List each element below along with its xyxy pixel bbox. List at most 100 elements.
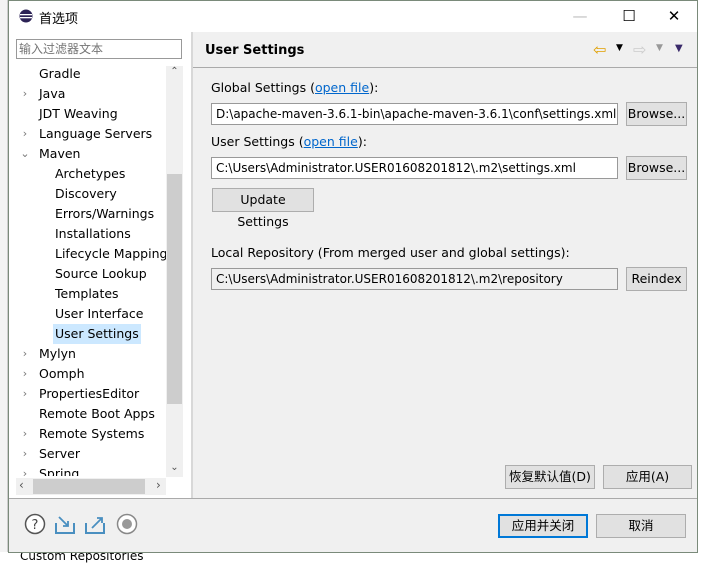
preferences-dialog: 首选项 — ☐ ✕ Gradle › Java JDT Weaving › Languag… [8,0,698,553]
tree-item[interactable]: ⌄ Maven [9,144,166,164]
global-settings-field[interactable]: D:\apache-maven-3.6.1-bin\apache-maven-3… [211,103,618,125]
tree-item-label: Remote Boot Apps [39,406,155,421]
chevron-right-icon[interactable]: › [19,84,31,104]
tree-item-label: Discovery [55,186,117,201]
record-icon[interactable] [116,513,138,535]
tree-item[interactable]: Archetypes [9,164,166,184]
reindex-button[interactable]: Reindex [626,267,687,291]
scroll-up-icon[interactable]: ⌃ [166,66,183,77]
tree-item-label: Mylyn [39,346,76,361]
svg-text:?: ? [32,518,39,533]
tree-item[interactable]: User Interface [9,304,166,324]
tree-item-label: Spring [39,466,80,476]
background-window-bottom: Custom Repositories [0,549,705,563]
import-icon[interactable] [54,513,76,535]
scrollbar-thumb[interactable] [33,479,145,494]
label-end: ): [369,80,379,95]
update-settings-button[interactable]: Update Settings [212,188,314,229]
tree-item[interactable]: Discovery [9,184,166,204]
tree-item[interactable]: Templates [9,284,166,304]
chevron-right-icon[interactable]: › [19,364,31,384]
scrollbar-thumb[interactable] [167,174,182,404]
eclipse-icon [19,9,33,23]
tree-item[interactable]: › Language Servers [9,124,166,144]
tree-item[interactable]: › Java [9,84,166,104]
chevron-right-icon[interactable]: › [19,444,31,464]
preferences-tree: Gradle › Java JDT Weaving › Language Servers ⌄… [9,64,166,476]
tree-item[interactable]: Lifecycle Mappings [9,244,166,264]
footer-divider [9,498,697,499]
filter-input[interactable] [16,39,182,59]
tree-item-label: Templates [55,286,119,301]
page-title: User Settings [205,43,305,58]
tree-item[interactable]: › Mylyn [9,344,166,364]
user-open-file-link[interactable]: open file [304,134,358,149]
tree-item-label: PropertiesEditor [39,386,140,401]
tree-item-label: Java [39,86,66,101]
tree-item[interactable]: Source Lookup [9,264,166,284]
tree-item[interactable]: › Remote Systems [9,424,166,444]
close-button[interactable]: ✕ [651,1,697,32]
tree-item-label: User Interface [55,306,144,321]
forward-arrow-icon[interactable]: ⇨ [633,40,646,59]
tree-item-label: Lifecycle Mappings [55,246,166,261]
chevron-right-icon[interactable]: › [19,464,31,476]
local-repository-field: C:\Users\Administrator.USER01608201812\.… [211,268,618,290]
tree-item-label: Errors/Warnings [55,206,155,221]
tree-item[interactable]: Installations [9,224,166,244]
chevron-right-icon[interactable]: › [19,344,31,364]
help-icon[interactable]: ? [24,513,46,535]
tree-item-label: Archetypes [55,166,126,181]
tree-item[interactable]: Gradle [9,64,166,84]
preferences-tree-pane: Gradle › Java JDT Weaving › Language Servers ⌄… [9,32,191,498]
horizontal-scrollbar[interactable]: ‹ › [16,478,166,495]
background-window [0,0,8,562]
minimize-button[interactable]: — [557,1,603,32]
apply-and-close-button[interactable]: 应用并关闭 [498,514,588,538]
scroll-right-icon[interactable]: › [156,478,161,492]
window-title: 首选项 [39,12,79,27]
tree-item-label: Remote Systems [39,426,145,441]
global-settings-label: Global Settings (open file): [211,80,378,95]
tree-item[interactable]: JDT Weaving [9,104,166,124]
view-menu-icon[interactable]: ▼ [675,43,683,54]
tree-item[interactable]: Remote Boot Apps [9,404,166,424]
maximize-button[interactable]: ☐ [606,1,652,32]
pane-divider[interactable] [191,32,193,498]
global-browse-button[interactable]: Browse... [626,102,687,126]
global-open-file-link[interactable]: open file [315,80,369,95]
tree-item-label: JDT Weaving [39,106,118,121]
local-repository-label: Local Repository (From merged user and g… [211,245,570,260]
tree-item-label: User Settings [53,324,141,344]
title-bar: 首选项 — ☐ ✕ [9,1,697,32]
export-icon[interactable] [84,513,106,535]
chevron-right-icon[interactable]: › [19,124,31,144]
restore-defaults-button[interactable]: 恢复默认值(D) [505,465,595,489]
global-settings-text: Global Settings ( [211,80,315,95]
chevron-right-icon[interactable]: › [19,424,31,444]
tree-item[interactable]: › Oomph [9,364,166,384]
tree-item-label: Gradle [39,66,81,81]
tree-item[interactable]: User Settings [9,324,166,344]
user-settings-text: User Settings ( [211,134,304,149]
tree-item-label: Maven [39,146,81,161]
scroll-down-icon[interactable]: ⌄ [166,462,183,473]
scroll-left-icon[interactable]: ‹ [19,478,24,492]
tree-item[interactable]: › PropertiesEditor [9,384,166,404]
cancel-button[interactable]: 取消 [596,514,686,538]
back-menu-icon[interactable]: ▼ [616,43,623,53]
user-browse-button[interactable]: Browse... [626,156,687,180]
chevron-down-icon[interactable]: ⌄ [19,144,31,164]
forward-menu-icon[interactable]: ▼ [656,43,663,53]
vertical-scrollbar[interactable]: ⌃ ⌄ [166,66,183,477]
user-settings-label: User Settings (open file): [211,134,367,149]
tree-item-label: Server [39,446,80,461]
user-settings-field[interactable]: C:\Users\Administrator.USER01608201812\.… [211,157,618,179]
label-end: ): [357,134,367,149]
apply-button[interactable]: 应用(A) [603,465,692,489]
tree-item[interactable]: › Server [9,444,166,464]
tree-item[interactable]: Errors/Warnings [9,204,166,224]
tree-item[interactable]: › Spring [9,464,166,476]
chevron-right-icon[interactable]: › [19,384,31,404]
back-arrow-icon[interactable]: ⇦ [593,40,606,59]
